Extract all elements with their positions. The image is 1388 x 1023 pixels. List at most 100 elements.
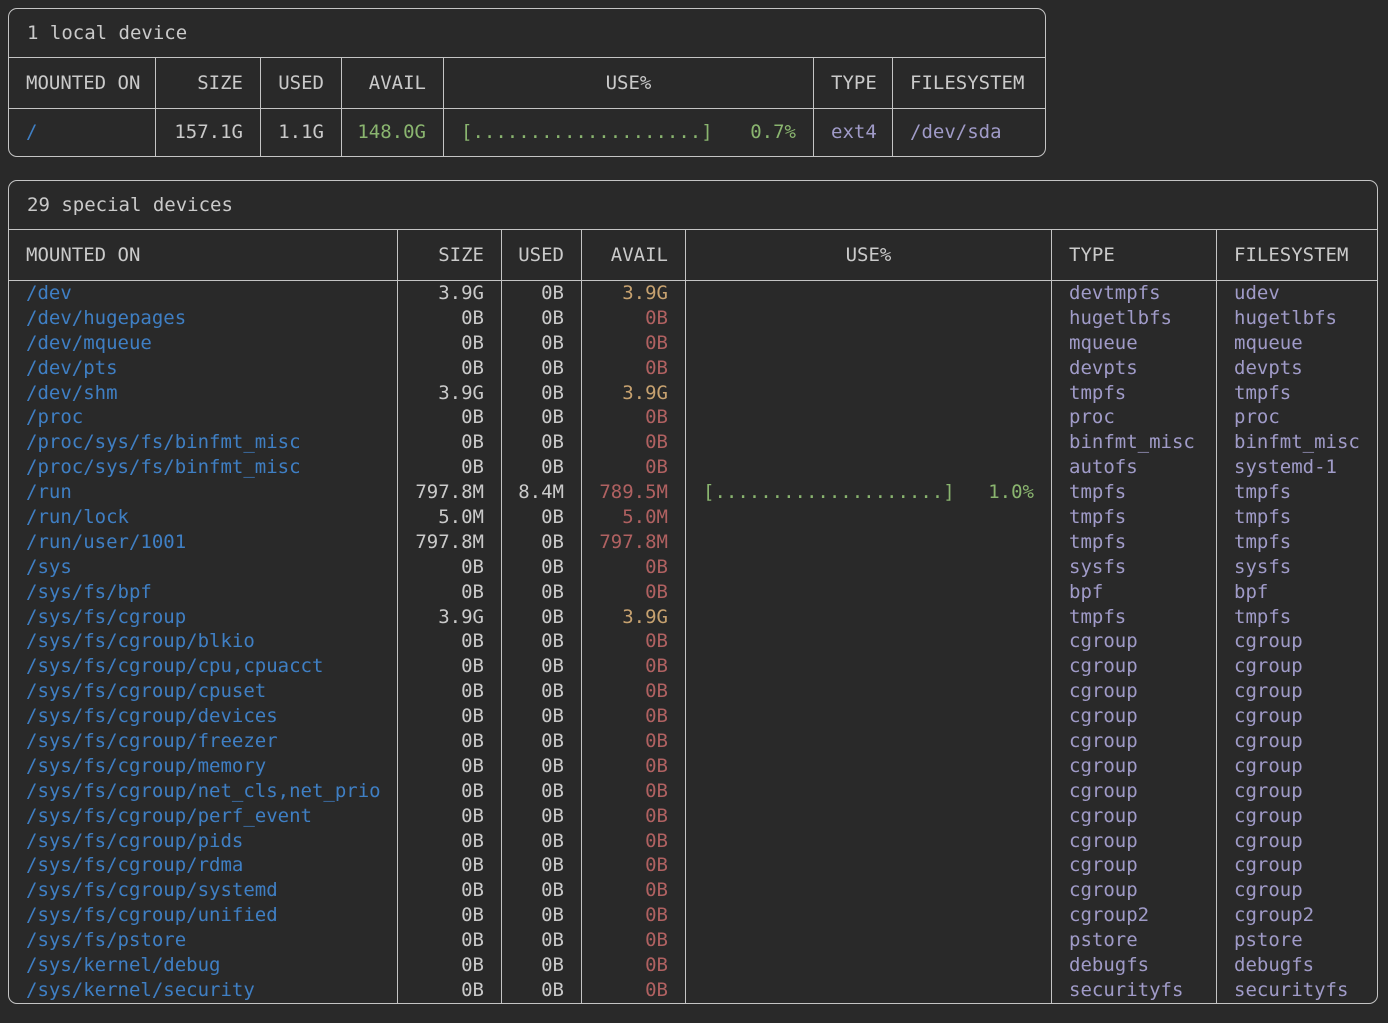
use-percent-cell — [686, 903, 1052, 928]
filesystem-value: debugfs — [1217, 953, 1377, 978]
use-percent-cell — [686, 829, 1052, 854]
used-value: 0B — [502, 953, 582, 978]
type-value: cgroup — [1052, 754, 1217, 779]
avail-value: 0B — [582, 729, 686, 754]
filesystem-value: devpts — [1217, 356, 1377, 381]
use-percent-cell — [686, 704, 1052, 729]
filesystem-value: cgroup — [1217, 878, 1377, 903]
col-header-used: USED — [261, 58, 342, 108]
col-header-filesystem: FILESYSTEM — [1217, 230, 1377, 280]
size-value: 0B — [398, 978, 502, 1003]
special-devices-body: /dev 3.9G 0B 3.9G devtmpfs udev /dev/hug… — [9, 281, 1377, 1003]
table-row: /sys/kernel/debug 0B 0B 0B debugfs debug… — [9, 953, 1377, 978]
type-value: hugetlbfs — [1052, 306, 1217, 331]
table-row: /sys/fs/cgroup 3.9G 0B 3.9G tmpfs tmpfs — [9, 605, 1377, 630]
type-value: ext4 — [814, 109, 893, 156]
table-row: /run/lock 5.0M 0B 5.0M tmpfs tmpfs — [9, 505, 1377, 530]
type-value: cgroup — [1052, 779, 1217, 804]
avail-value: 0B — [582, 430, 686, 455]
use-percent-cell — [686, 804, 1052, 829]
size-value: 0B — [398, 704, 502, 729]
table-row: /sys/fs/pstore 0B 0B 0B pstore pstore — [9, 928, 1377, 953]
type-value: cgroup — [1052, 804, 1217, 829]
mount-point-value: /sys/fs/cgroup/systemd — [9, 878, 398, 903]
filesystem-value: tmpfs — [1217, 480, 1377, 505]
use-percent-cell — [686, 530, 1052, 555]
type-value: tmpfs — [1052, 381, 1217, 406]
mount-point-value: /sys/fs/cgroup/devices — [9, 704, 398, 729]
used-value: 0B — [502, 878, 582, 903]
used-value: 0B — [502, 679, 582, 704]
avail-value: 789.5M — [582, 480, 686, 505]
use-percent-cell — [686, 430, 1052, 455]
type-value: cgroup — [1052, 679, 1217, 704]
filesystem-value: sysfs — [1217, 555, 1377, 580]
mount-point-value: / — [9, 109, 156, 156]
use-percent-cell — [686, 928, 1052, 953]
size-value: 0B — [398, 629, 502, 654]
size-value: 5.0M — [398, 505, 502, 530]
avail-value: 0B — [582, 679, 686, 704]
special-devices-title: 29 special devices — [9, 181, 1377, 230]
size-value: 797.8M — [398, 480, 502, 505]
filesystem-value: hugetlbfs — [1217, 306, 1377, 331]
filesystem-value: tmpfs — [1217, 381, 1377, 406]
filesystem-value: tmpfs — [1217, 505, 1377, 530]
avail-value: 0B — [582, 804, 686, 829]
usage-bar: [....................] — [461, 109, 713, 156]
filesystem-value: binfmt_misc — [1217, 430, 1377, 455]
mount-point-value: /dev/mqueue — [9, 331, 398, 356]
table-row: /proc 0B 0B 0B proc proc — [9, 405, 1377, 430]
table-row: /sys/fs/cgroup/perf_event 0B 0B 0B cgrou… — [9, 804, 1377, 829]
avail-value: 0B — [582, 405, 686, 430]
mount-point-value: /proc — [9, 405, 398, 430]
used-value: 0B — [502, 779, 582, 804]
size-value: 797.8M — [398, 530, 502, 555]
filesystem-value: cgroup — [1217, 804, 1377, 829]
mount-point-value: /sys — [9, 555, 398, 580]
table-row: /sys/fs/cgroup/blkio 0B 0B 0B cgroup cgr… — [9, 629, 1377, 654]
avail-value: 0B — [582, 878, 686, 903]
type-value: autofs — [1052, 455, 1217, 480]
use-percent-cell — [686, 281, 1052, 306]
usage-percent-value: 0.7% — [750, 109, 796, 156]
table-row: /sys/kernel/security 0B 0B 0B securityfs… — [9, 978, 1377, 1003]
filesystem-value: cgroup — [1217, 779, 1377, 804]
type-value: mqueue — [1052, 331, 1217, 356]
table-row: /sys/fs/cgroup/cpu,cpuacct 0B 0B 0B cgro… — [9, 654, 1377, 679]
avail-value: 148.0G — [342, 109, 444, 156]
size-value: 0B — [398, 878, 502, 903]
use-percent-cell — [686, 505, 1052, 530]
size-value: 3.9G — [398, 381, 502, 406]
type-value: tmpfs — [1052, 530, 1217, 555]
usage-bar: [....................] — [703, 480, 955, 505]
col-header-use-percent: USE% — [444, 58, 814, 108]
type-value: debugfs — [1052, 953, 1217, 978]
type-value: tmpfs — [1052, 605, 1217, 630]
type-value: cgroup — [1052, 629, 1217, 654]
type-value: cgroup — [1052, 654, 1217, 679]
filesystem-value: cgroup — [1217, 704, 1377, 729]
size-value: 0B — [398, 903, 502, 928]
use-percent-cell — [686, 381, 1052, 406]
use-percent-cell — [686, 754, 1052, 779]
avail-value: 0B — [582, 704, 686, 729]
type-value: tmpfs — [1052, 480, 1217, 505]
mount-point-value: /sys/fs/cgroup/rdma — [9, 853, 398, 878]
use-percent-cell — [686, 853, 1052, 878]
table-row: /sys/fs/cgroup/systemd 0B 0B 0B cgroup c… — [9, 878, 1377, 903]
mount-point-value: /sys/kernel/security — [9, 978, 398, 1003]
mount-point-value: /dev — [9, 281, 398, 306]
used-value: 0B — [502, 754, 582, 779]
filesystem-value: cgroup — [1217, 754, 1377, 779]
size-value: 0B — [398, 455, 502, 480]
filesystem-value: proc — [1217, 405, 1377, 430]
use-percent-cell — [686, 356, 1052, 381]
type-value: cgroup — [1052, 853, 1217, 878]
filesystem-value: mqueue — [1217, 331, 1377, 356]
use-percent-cell — [686, 654, 1052, 679]
avail-value: 3.9G — [582, 281, 686, 306]
mount-point-value: /sys/fs/cgroup — [9, 605, 398, 630]
used-value: 0B — [502, 829, 582, 854]
special-devices-header-row: MOUNTED ON SIZE USED AVAIL USE% TYPE FIL… — [9, 230, 1377, 281]
